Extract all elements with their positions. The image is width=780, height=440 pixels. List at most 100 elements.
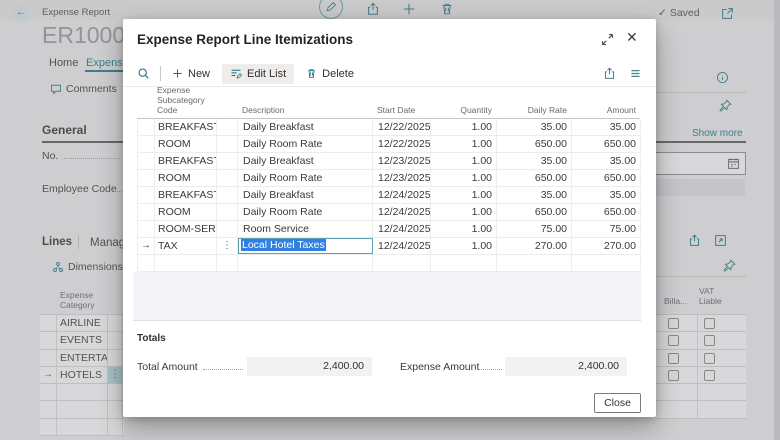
resize-icon: [601, 33, 614, 46]
cell-description[interactable]: Daily Room Rate: [238, 204, 373, 220]
delete-line-button[interactable]: Delete: [306, 68, 354, 80]
selected-text: Local Hotel Taxes: [241, 239, 326, 251]
close-dialog-button[interactable]: ✕: [626, 29, 638, 46]
header-subcategory-code[interactable]: Expense Subcategory Code: [154, 85, 216, 118]
cell-subcategory-code[interactable]: [155, 255, 217, 271]
cell-amount[interactable]: 35.00: [572, 187, 641, 203]
row-menu[interactable]: [217, 187, 238, 203]
row-menu[interactable]: [217, 153, 238, 169]
cell-subcategory-code[interactable]: ROOM-SER: [155, 221, 217, 237]
row-menu[interactable]: [217, 204, 238, 220]
cell-start-date[interactable]: 12/24/2025: [373, 221, 431, 237]
cell-start-date[interactable]: 12/23/2025: [373, 170, 431, 186]
cell-subcategory-code[interactable]: ROOM: [155, 170, 217, 186]
cell-daily-rate[interactable]: 650.00: [497, 170, 572, 186]
cell-start-date[interactable]: [373, 255, 431, 271]
cell-quantity[interactable]: 1.00: [431, 170, 497, 186]
row-menu[interactable]: [217, 255, 238, 271]
cell-start-date[interactable]: 12/23/2025: [373, 153, 431, 169]
list-options-icon[interactable]: [629, 67, 642, 80]
cell-subcategory-code[interactable]: BREAKFAST: [155, 119, 217, 135]
cell-description[interactable]: Daily Breakfast: [238, 153, 373, 169]
cell-subcategory-code[interactable]: BREAKFAST: [155, 153, 217, 169]
row-menu[interactable]: ⋮: [217, 238, 238, 254]
row-menu[interactable]: [217, 136, 238, 152]
toolbar-divider: [160, 66, 161, 81]
cell-quantity[interactable]: 1.00: [431, 136, 497, 152]
cell-start-date[interactable]: 12/24/2025: [373, 187, 431, 203]
cell-subcategory-code[interactable]: ROOM: [155, 136, 217, 152]
cell-daily-rate[interactable]: 35.00: [497, 187, 572, 203]
cell-start-date[interactable]: 12/24/2025: [373, 204, 431, 220]
cell-description[interactable]: Local Hotel Taxes: [238, 238, 373, 254]
row-menu[interactable]: [217, 221, 238, 237]
expand-dialog-button[interactable]: [601, 33, 614, 46]
total-amount-value: 2,400.00: [247, 357, 372, 376]
table-row[interactable]: ROOM Daily Room Rate 12/24/2025 1.00 650…: [138, 204, 640, 221]
cell-quantity[interactable]: [431, 255, 497, 271]
header-description[interactable]: Description: [237, 105, 372, 118]
row-indicator: [138, 255, 155, 271]
table-row[interactable]: ROOM Daily Room Rate 12/23/2025 1.00 650…: [138, 170, 640, 187]
cell-quantity[interactable]: 1.00: [431, 221, 497, 237]
cell-description[interactable]: Daily Room Rate: [238, 170, 373, 186]
close-icon: ✕: [626, 29, 638, 45]
new-line-button[interactable]: New: [172, 68, 210, 80]
share-button[interactable]: [603, 67, 616, 80]
row-indicator: [138, 187, 155, 203]
table-row[interactable]: → TAX ⋮ Local Hotel Taxes 12/24/2025 1.0…: [138, 238, 640, 255]
cell-daily-rate[interactable]: [497, 255, 572, 271]
table-row[interactable]: BREAKFAST Daily Breakfast 12/22/2025 1.0…: [138, 119, 640, 136]
edit-list-button[interactable]: Edit List: [222, 64, 294, 84]
edit-list-icon: [230, 68, 242, 80]
cell-amount[interactable]: 650.00: [572, 170, 641, 186]
cell-description[interactable]: [238, 255, 373, 271]
cell-daily-rate[interactable]: 35.00: [497, 119, 572, 135]
cell-amount[interactable]: 35.00: [572, 119, 641, 135]
row-menu[interactable]: [217, 170, 238, 186]
cell-amount[interactable]: 75.00: [572, 221, 641, 237]
cell-quantity[interactable]: 1.00: [431, 119, 497, 135]
cell-start-date[interactable]: 12/24/2025: [373, 238, 431, 254]
table-row[interactable]: BREAKFAST Daily Breakfast 12/23/2025 1.0…: [138, 153, 640, 170]
cell-daily-rate[interactable]: 650.00: [497, 136, 572, 152]
cell-description[interactable]: Daily Room Rate: [238, 136, 373, 152]
header-daily-rate[interactable]: Daily Rate: [496, 105, 571, 118]
cell-description[interactable]: Room Service: [238, 221, 373, 237]
search-button[interactable]: [137, 67, 150, 80]
table-row[interactable]: [138, 255, 640, 272]
cell-description[interactable]: Daily Breakfast: [238, 187, 373, 203]
close-button[interactable]: Close: [594, 393, 641, 413]
cell-start-date[interactable]: 12/22/2025: [373, 119, 431, 135]
cell-quantity[interactable]: 1.00: [431, 153, 497, 169]
cell-daily-rate[interactable]: 270.00: [497, 238, 572, 254]
cell-amount[interactable]: 650.00: [572, 136, 641, 152]
cell-daily-rate[interactable]: 75.00: [497, 221, 572, 237]
cell-quantity[interactable]: 1.00: [431, 187, 497, 203]
cell-quantity[interactable]: 1.00: [431, 204, 497, 220]
header-amount[interactable]: Amount: [571, 105, 640, 118]
totals-heading: Totals: [137, 333, 166, 344]
cell-daily-rate[interactable]: 35.00: [497, 153, 572, 169]
cell-subcategory-code[interactable]: BREAKFAST: [155, 187, 217, 203]
cell-subcategory-code[interactable]: TAX: [155, 238, 217, 254]
table-row[interactable]: ROOM-SER Room Service 12/24/2025 1.00 75…: [138, 221, 640, 238]
header-start-date[interactable]: Start Date: [372, 105, 430, 118]
row-menu[interactable]: [217, 119, 238, 135]
cell-quantity[interactable]: 1.00: [431, 238, 497, 254]
grid-footer-band: [133, 272, 641, 321]
cell-daily-rate[interactable]: 650.00: [497, 204, 572, 220]
dialog-title: Expense Report Line Itemizations: [137, 32, 353, 47]
header-quantity[interactable]: Quantity: [430, 105, 496, 118]
cell-start-date[interactable]: 12/22/2025: [373, 136, 431, 152]
table-row[interactable]: ROOM Daily Room Rate 12/22/2025 1.00 650…: [138, 136, 640, 153]
cell-amount[interactable]: [572, 255, 641, 271]
expense-amount-dots: [475, 369, 502, 370]
cell-description[interactable]: Daily Breakfast: [238, 119, 373, 135]
cell-amount[interactable]: 270.00: [572, 238, 641, 254]
cell-amount[interactable]: 35.00: [572, 153, 641, 169]
cell-amount[interactable]: 650.00: [572, 204, 641, 220]
cell-subcategory-code[interactable]: ROOM: [155, 204, 217, 220]
row-indicator: →: [138, 238, 155, 254]
table-row[interactable]: BREAKFAST Daily Breakfast 12/24/2025 1.0…: [138, 187, 640, 204]
